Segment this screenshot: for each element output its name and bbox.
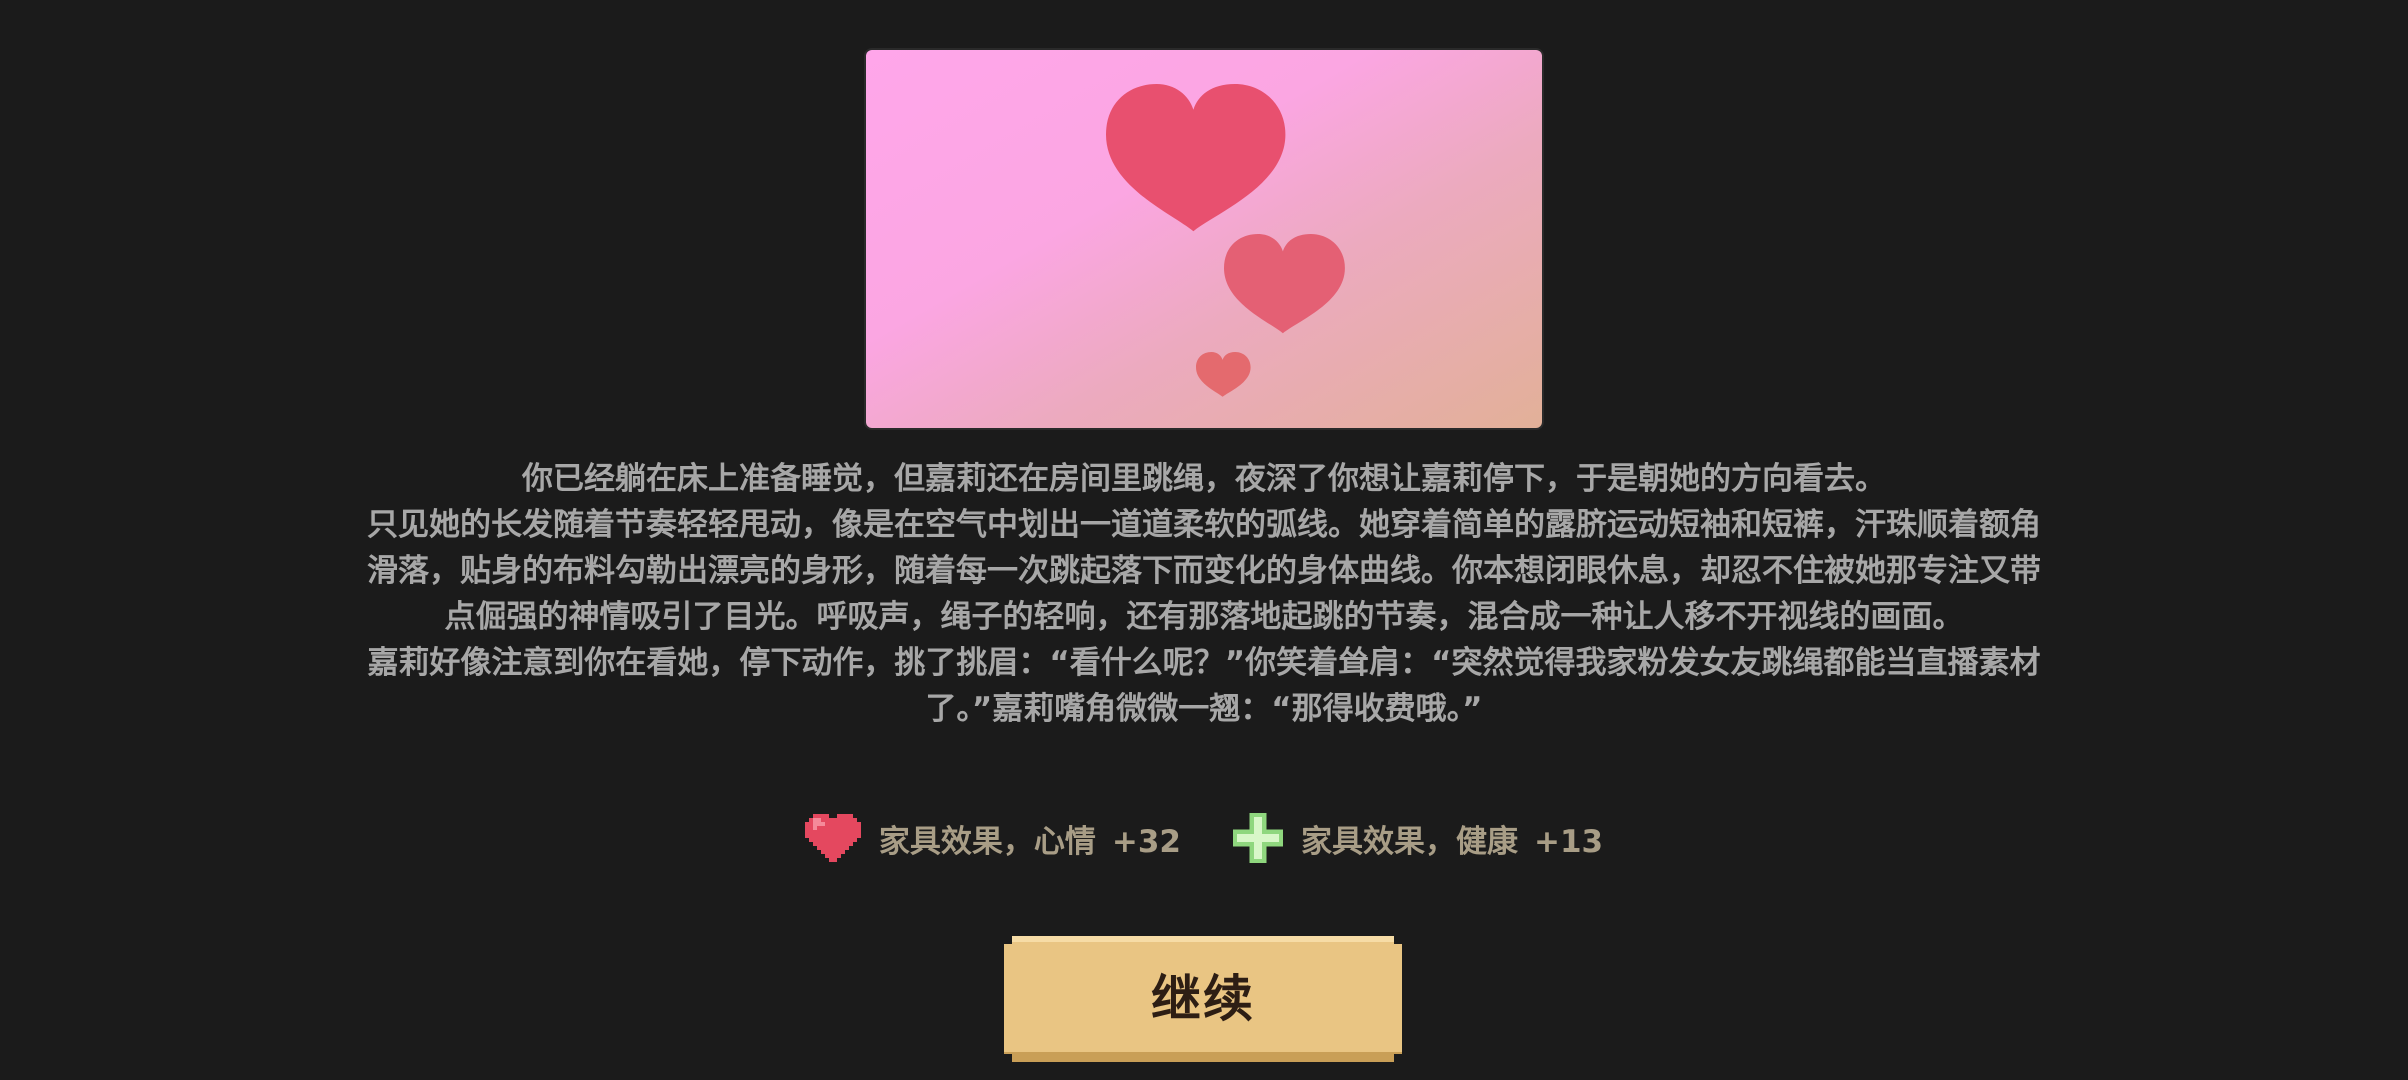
- health-effect-value: +13: [1534, 823, 1604, 860]
- story-paragraph: 嘉莉好像注意到你在看她，停下动作，挑了挑眉：“看什么呢？”你笑着耸肩：“突然觉得…: [367, 645, 2041, 727]
- mood-effect-value: +32: [1111, 823, 1181, 860]
- continue-button-label: 继续: [1151, 970, 1255, 1028]
- story-paragraph: 你已经躺在床上准备睡觉，但嘉莉还在房间里跳绳，夜深了你想让嘉莉停下，于是朝她的方…: [522, 461, 1886, 497]
- small-heart: [1196, 352, 1251, 397]
- medium-heart: [1224, 234, 1345, 334]
- floating-hearts-icon: [1106, 84, 1345, 397]
- large-heart: [1106, 84, 1286, 232]
- continue-button[interactable]: 继续: [1004, 936, 1402, 1062]
- event-illustration: [866, 50, 1542, 428]
- story-paragraph: 只见她的长发随着节奏轻轻甩动，像是在空气中划出一道道柔软的弧线。她穿着简单的露脐…: [367, 507, 2041, 635]
- effects-row: 家具效果，心情 +32 家具效果，健康 +13: [0, 808, 2408, 868]
- health-effect-label: 家具效果，健康: [1301, 823, 1518, 860]
- health-cross-icon: [1233, 813, 1283, 863]
- health-effect: 家具效果，健康 +13: [1233, 813, 1603, 863]
- mood-effect-label: 家具效果，心情: [878, 823, 1096, 860]
- mood-effect: 家具效果，心情 +32: [804, 813, 1181, 863]
- story-text: 你已经躺在床上准备睡觉，但嘉莉还在房间里跳绳，夜深了你想让嘉莉停下，于是朝她的方…: [360, 456, 2048, 732]
- heart-icon: [804, 814, 861, 862]
